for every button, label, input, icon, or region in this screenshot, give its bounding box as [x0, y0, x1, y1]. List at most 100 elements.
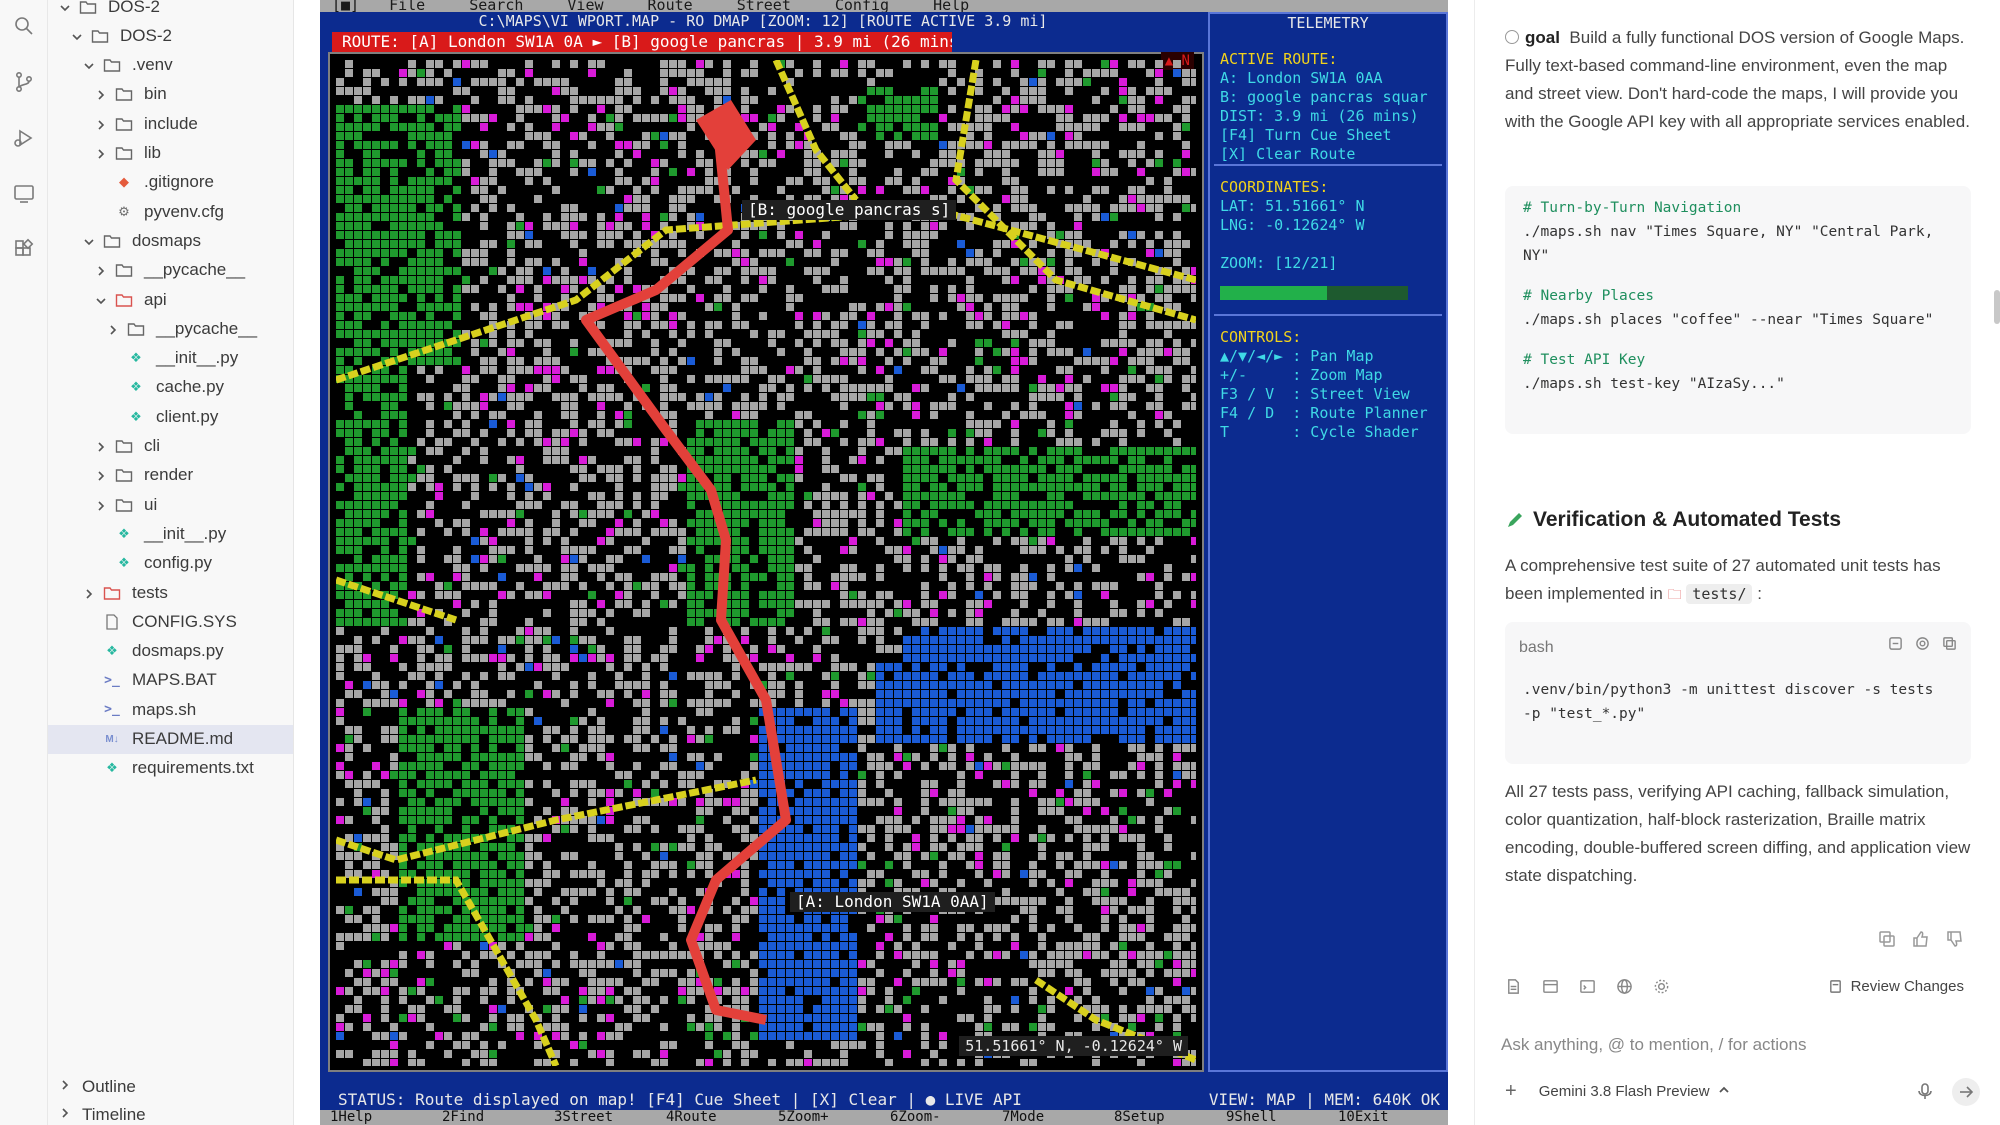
extensions-icon[interactable] — [12, 238, 36, 262]
copy-icon[interactable] — [1878, 930, 1896, 948]
chevron-up-icon[interactable] — [1710, 1083, 1730, 1100]
review-changes-label: Review Changes — [1850, 978, 1964, 995]
dos-menu-item[interactable]: View — [567, 0, 603, 12]
chat-input[interactable] — [1495, 1028, 1975, 1062]
dos-menu-item[interactable]: Route — [648, 0, 693, 12]
tree-item[interactable]: M↓ README.md — [48, 724, 293, 754]
function-key[interactable]: 2Find — [432, 1110, 544, 1125]
function-key[interactable]: 8Setup — [1104, 1110, 1216, 1125]
search-icon[interactable] — [12, 14, 36, 38]
shell-file-icon: >_ — [104, 702, 120, 718]
thumbs-up-icon[interactable] — [1912, 930, 1930, 948]
model-selector[interactable]: Gemini 3.8 Flash Preview — [1539, 1083, 1710, 1100]
add-context-button[interactable]: + — [1505, 1080, 1517, 1103]
tree-item[interactable]: include — [48, 109, 293, 138]
python-file-icon: ❖ — [118, 525, 130, 541]
tree-item[interactable]: tests — [48, 578, 293, 607]
function-key[interactable]: 3Street — [544, 1110, 656, 1125]
tree-item-label: dosmaps — [132, 230, 201, 250]
function-key[interactable]: 7Mode — [992, 1110, 1104, 1125]
tree-item[interactable]: >_ MAPS.BAT — [48, 666, 293, 695]
run-debug-icon[interactable] — [12, 126, 36, 150]
telemetry-divider — [1214, 164, 1442, 166]
tree-item[interactable]: .venv — [48, 51, 293, 80]
dos-menu-item[interactable]: File — [389, 0, 425, 12]
tree-item-label: api — [144, 289, 167, 309]
tree-item[interactable]: CONFIG.SYS — [48, 607, 293, 636]
tree-item[interactable]: ❖ __init__.py — [48, 344, 293, 373]
tree-item[interactable]: cli — [48, 432, 293, 461]
thumbs-down-icon[interactable] — [1946, 930, 1964, 948]
settings-icon[interactable] — [1653, 978, 1670, 995]
chevron-right-icon — [94, 498, 108, 512]
tree-item[interactable]: lib — [48, 139, 293, 168]
clear-route-hint[interactable]: [X] Clear Route — [1220, 145, 1428, 164]
tree-item[interactable]: render — [48, 461, 293, 490]
remote-explorer-icon[interactable] — [12, 182, 36, 206]
globe-icon[interactable] — [1616, 978, 1633, 995]
tree-item[interactable]: ❖ client.py — [48, 402, 293, 431]
python-file-icon: ❖ — [130, 350, 142, 366]
chevron-right-icon — [94, 439, 108, 453]
review-changes-button[interactable]: Review Changes — [1828, 978, 1964, 995]
longitude-value: LNG: -0.12624° W — [1220, 216, 1365, 234]
dos-menu-item[interactable]: Search — [469, 0, 523, 12]
tree-item[interactable]: ❖ __init__.py — [48, 519, 293, 548]
microphone-icon[interactable] — [1916, 1082, 1934, 1105]
tree-item[interactable]: __pycache__ — [48, 256, 293, 285]
tree-item[interactable]: ◆ .gitignore — [48, 168, 293, 197]
browser-icon[interactable] — [1542, 978, 1559, 995]
tree-item[interactable]: ⚙ pyvenv.cfg — [48, 197, 293, 226]
tree-item[interactable]: ui — [48, 490, 293, 519]
timeline-section[interactable]: Timeline — [48, 1101, 293, 1125]
chat-scrollbar[interactable] — [1994, 290, 2000, 324]
dos-menu-item[interactable]: Config — [835, 0, 889, 12]
tree-item[interactable]: __pycache__ — [48, 314, 293, 343]
tree-item[interactable]: api — [48, 285, 293, 314]
tree-item-label: __pycache__ — [144, 260, 246, 280]
chevron-down-icon — [58, 0, 72, 14]
tree-item[interactable]: ❖ dosmaps.py — [48, 637, 293, 666]
file-icon[interactable] — [1505, 978, 1522, 995]
control-hint: ▲/▼/◄/► : Pan Map — [1220, 347, 1374, 365]
tree-item[interactable]: bin — [48, 80, 293, 109]
outline-section[interactable]: Outline — [48, 1073, 293, 1101]
tree-item[interactable]: ❖ requirements.txt — [48, 754, 293, 783]
goal-message: goal Build a fully functional DOS versio… — [1505, 24, 1971, 144]
tests-intro-colon: : — [1757, 584, 1762, 603]
tree-item-label: config.py — [144, 553, 213, 573]
tree-item[interactable]: dosmaps — [48, 226, 293, 255]
function-key[interactable]: 9Shell — [1216, 1110, 1328, 1125]
dos-system-menu[interactable]: [■] — [332, 0, 359, 12]
insert-icon[interactable] — [1888, 636, 1903, 651]
function-key[interactable]: 4Route — [656, 1110, 768, 1125]
copy-icon[interactable] — [1942, 636, 1957, 651]
function-key[interactable]: 6Zoom- — [880, 1110, 992, 1125]
map-viewport[interactable]: ROUTE: [A] London SW1A 0A ► [B] google p… — [328, 32, 1204, 1072]
tree-item-label: ui — [144, 494, 158, 514]
tree-item-label: include — [144, 113, 198, 133]
function-key[interactable]: 1Help — [320, 1110, 432, 1125]
tree-item[interactable]: DOS-2 — [48, 0, 293, 21]
dos-menu-item[interactable]: Street — [737, 0, 791, 12]
tree-item[interactable]: >_ maps.sh — [48, 695, 293, 724]
source-control-icon[interactable] — [12, 70, 36, 94]
file-explorer: DOS-2 DOS-2 .venv bin include lib ◆ .gitignore ⚙… — [48, 0, 294, 1125]
terminal-icon[interactable] — [1579, 978, 1596, 995]
dos-menu-item[interactable]: Help — [933, 0, 969, 12]
tree-item[interactable]: ❖ cache.py — [48, 373, 293, 402]
route-banner: ROUTE: [A] London SW1A 0A ► [B] google p… — [332, 32, 952, 52]
send-button[interactable] — [1952, 1078, 1980, 1106]
turn-cue-sheet-hint[interactable]: [F4] Turn Cue Sheet — [1220, 126, 1428, 145]
mention-icon[interactable] — [1915, 636, 1930, 651]
chevron-right-icon — [94, 146, 108, 160]
function-key[interactable]: 10Exit — [1328, 1110, 1440, 1125]
tree-item[interactable]: DOS-2 — [48, 21, 293, 50]
tests-dir-chip[interactable]: tests/ — [1686, 584, 1753, 604]
function-key[interactable]: 5Zoom+ — [768, 1110, 880, 1125]
tree-item[interactable]: ❖ config.py — [48, 549, 293, 578]
chevron-right-icon — [58, 1077, 72, 1097]
